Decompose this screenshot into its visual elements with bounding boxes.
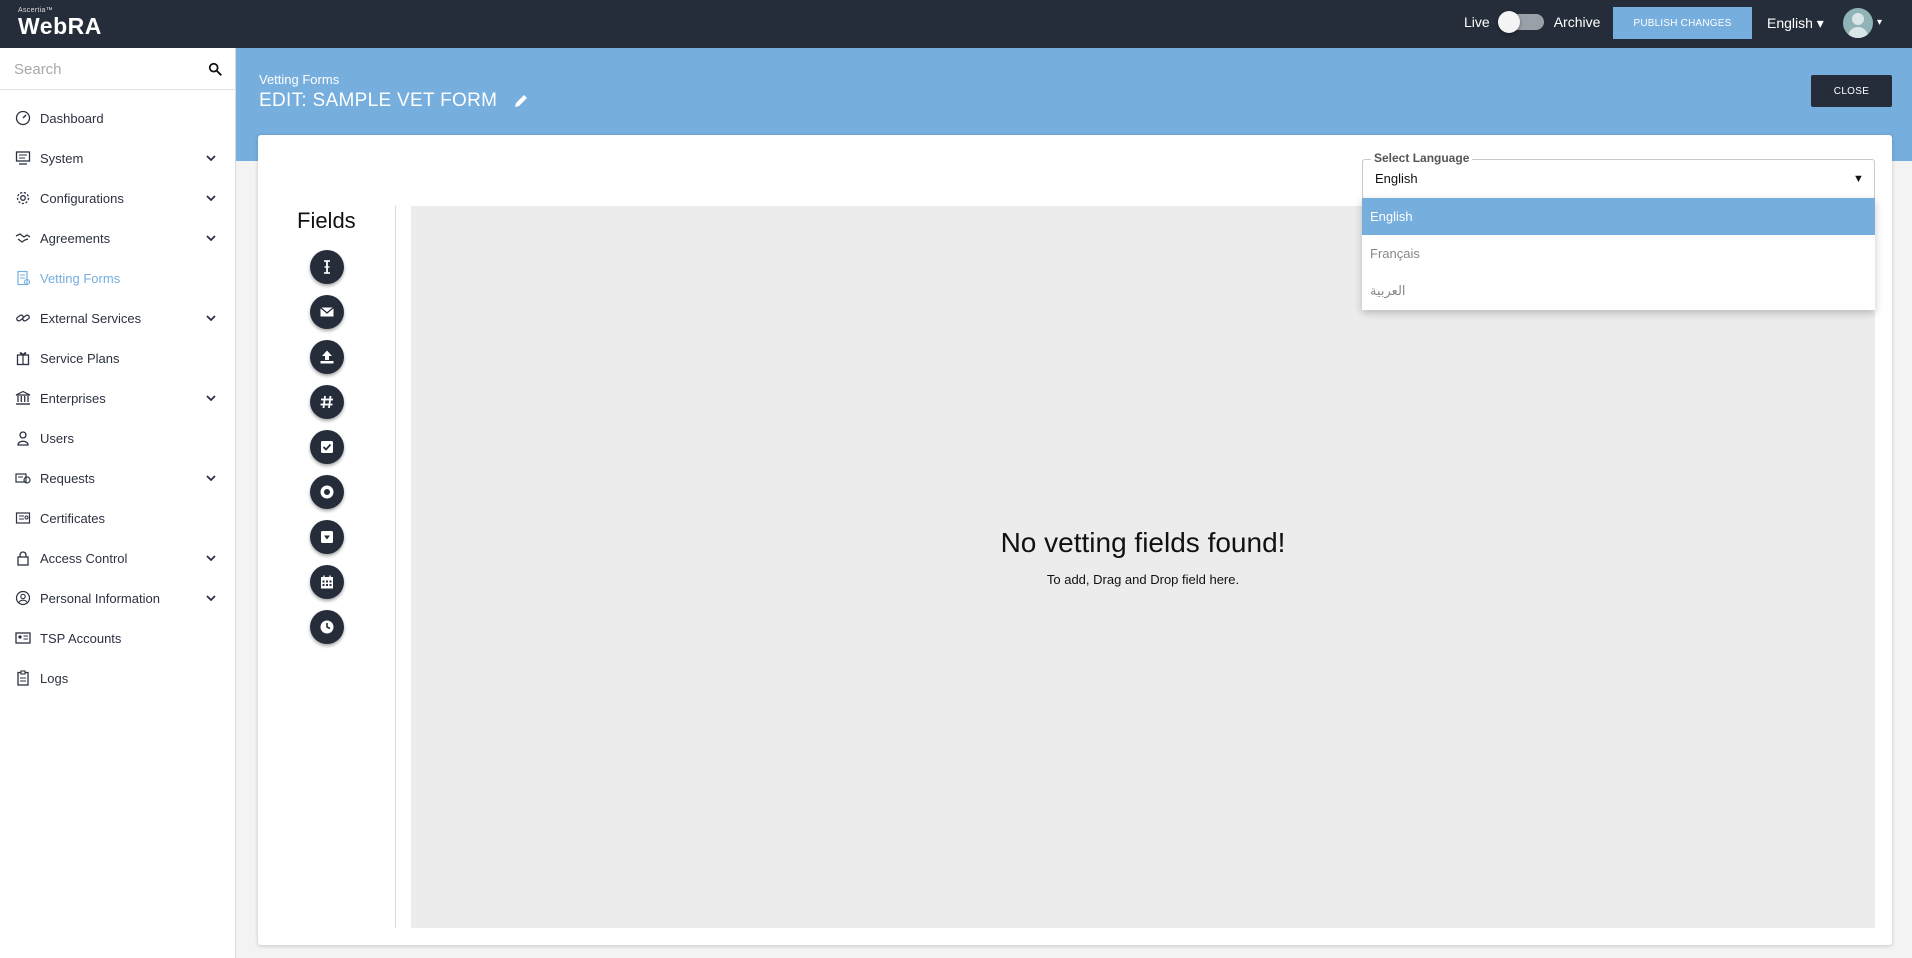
brand-logo[interactable]: Ascertia™ WebRA [18, 7, 102, 38]
live-archive-switch: Live Archive [1464, 11, 1601, 33]
live-archive-toggle[interactable] [1497, 11, 1544, 33]
sidebar-item-label: Requests [40, 470, 95, 486]
handshake-icon [14, 229, 32, 247]
sidebar-item-label: Logs [40, 670, 69, 686]
chevron-down-icon [206, 155, 216, 162]
search-input[interactable] [0, 48, 235, 90]
sidebar-item-agreements[interactable]: Agreements [0, 218, 235, 258]
language-select[interactable] [1362, 159, 1875, 199]
person-circle-icon [14, 589, 32, 607]
live-label: Live [1464, 14, 1490, 30]
language-option-english[interactable]: English [1362, 198, 1875, 235]
breadcrumb[interactable]: Vetting Forms [259, 72, 339, 87]
chevron-down-icon [206, 475, 216, 482]
clock-icon[interactable] [310, 610, 344, 644]
fields-divider [395, 206, 396, 928]
sidebar-item-service-plans[interactable]: Service Plans [0, 338, 235, 378]
sidebar-item-access-control[interactable]: Access Control [0, 538, 235, 578]
chevron-down-icon [206, 595, 216, 602]
hash-icon[interactable] [310, 385, 344, 419]
id-card-icon [14, 629, 32, 647]
empty-state-title: No vetting fields found! [1000, 527, 1286, 558]
monitor-icon [14, 149, 32, 167]
language-dropdown-menu: English Français العربية [1362, 198, 1875, 310]
sidebar-item-external-services[interactable]: External Services [0, 298, 235, 338]
sidebar-item-label: System [40, 150, 84, 166]
chevron-down-icon [206, 395, 216, 402]
sidebar: Dashboard System Configurations Agreemen… [0, 48, 236, 958]
sidebar-item-label: Access Control [40, 550, 128, 566]
avatar[interactable] [1843, 8, 1873, 38]
sidebar-item-enterprises[interactable]: Enterprises [0, 378, 235, 418]
chevron-down-icon[interactable]: ▾ [1877, 17, 1882, 28]
pencil-icon[interactable] [513, 93, 529, 109]
sidebar-item-label: Enterprises [40, 390, 106, 406]
sidebar-item-label: Personal Information [40, 590, 160, 606]
dropdown-icon[interactable] [310, 520, 344, 554]
language-option-arabic[interactable]: العربية [1362, 272, 1875, 309]
sidebar-item-label: Configurations [40, 190, 124, 206]
sidebar-item-label: Vetting Forms [40, 270, 121, 286]
language-select-label: Select Language [1371, 151, 1473, 165]
calendar-icon[interactable] [310, 565, 344, 599]
clipboard-icon [14, 669, 32, 687]
gear-icon [14, 189, 32, 207]
lock-icon [14, 549, 32, 567]
archive-label: Archive [1553, 14, 1601, 30]
fields-title: Fields [297, 208, 356, 233]
sidebar-item-system[interactable]: System [0, 138, 235, 178]
sidebar-item-label: Dashboard [40, 110, 104, 126]
toggle-knob [1497, 11, 1520, 33]
sidebar-item-configurations[interactable]: Configurations [0, 178, 235, 218]
sidebar-item-vetting-forms[interactable]: Vetting Forms [0, 258, 235, 298]
page-title: EDIT: SAMPLE VET FORM [259, 90, 529, 112]
drop-zone[interactable] [411, 206, 1875, 928]
brand-name: WebRA [18, 13, 102, 39]
sidebar-item-certificates[interactable]: Certificates [0, 498, 235, 538]
empty-state-hint: To add, Drag and Drop field here. [1046, 572, 1240, 587]
publish-changes-button[interactable]: PUBLISH CHANGES [1613, 7, 1752, 39]
sidebar-item-requests[interactable]: Requests [0, 458, 235, 498]
sidebar-item-logs[interactable]: Logs [0, 658, 235, 698]
chevron-down-icon [206, 555, 216, 562]
sidebar-nav: Dashboard System Configurations Agreemen… [0, 90, 235, 698]
caret-down-icon[interactable]: ▼ [1853, 173, 1864, 185]
sidebar-item-users[interactable]: Users [0, 418, 235, 458]
radio-icon[interactable] [310, 475, 344, 509]
chevron-down-icon [206, 195, 216, 202]
bank-icon [14, 389, 32, 407]
certificate-icon [14, 509, 32, 527]
page-title-text: EDIT: SAMPLE VET FORM [259, 90, 498, 111]
close-button[interactable]: CLOSE [1811, 75, 1892, 107]
sidebar-item-dashboard[interactable]: Dashboard [0, 98, 235, 138]
sidebar-item-label: Certificates [40, 510, 106, 526]
upload-icon[interactable] [310, 340, 344, 374]
language-menu[interactable]: English ▾ [1767, 15, 1824, 32]
link-icon [14, 309, 32, 327]
sidebar-search [0, 48, 235, 90]
sidebar-item-label: External Services [40, 310, 142, 326]
gauge-icon [14, 109, 32, 127]
sidebar-item-label: Users [40, 430, 74, 446]
user-icon [14, 429, 32, 447]
sidebar-item-tsp-accounts[interactable]: TSP Accounts [0, 618, 235, 658]
checkbox-icon[interactable] [310, 430, 344, 464]
search-icon[interactable] [208, 62, 222, 76]
text-cursor-icon[interactable] [310, 250, 344, 284]
requests-icon [14, 469, 32, 487]
chevron-down-icon [206, 235, 216, 242]
top-bar: Ascertia™ WebRA Live Archive PUBLISH CHA… [0, 0, 1912, 48]
language-option-french[interactable]: Français [1362, 235, 1875, 272]
language-select-value: English [1375, 171, 1418, 186]
sidebar-item-label: Service Plans [40, 350, 120, 366]
envelope-icon[interactable] [310, 295, 344, 329]
sidebar-item-label: Agreements [40, 230, 111, 246]
chevron-down-icon [206, 315, 216, 322]
form-icon [14, 269, 32, 287]
sidebar-item-label: TSP Accounts [40, 630, 122, 646]
gift-icon [14, 349, 32, 367]
sidebar-item-personal-information[interactable]: Personal Information [0, 578, 235, 618]
